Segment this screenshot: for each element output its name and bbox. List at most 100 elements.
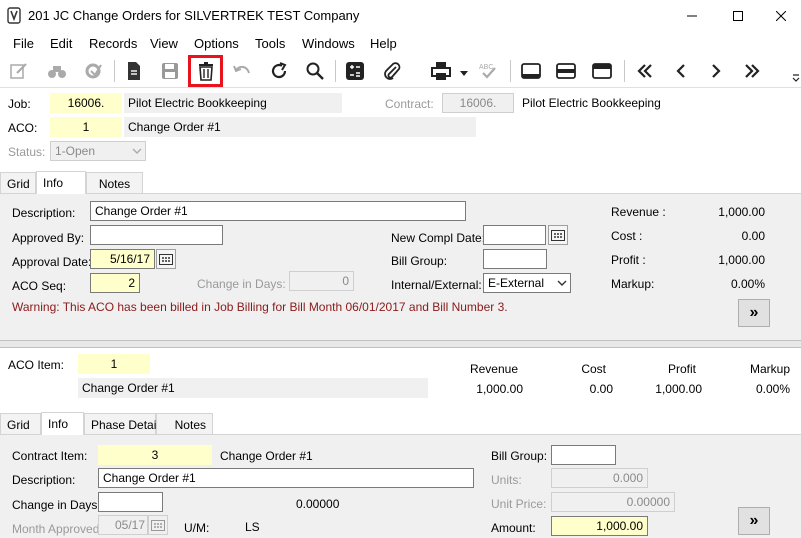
menu-windows[interactable]: Windows	[302, 36, 355, 51]
cost-label: Cost :	[611, 229, 643, 243]
change-days-label: Change in Days:	[197, 277, 286, 291]
next-record-button[interactable]	[703, 58, 729, 84]
aco-field[interactable]: 1	[50, 117, 122, 137]
undo-button[interactable]	[229, 58, 255, 84]
contract-item-field[interactable]: 3	[98, 445, 212, 465]
new-compl-date-calendar-button[interactable]	[548, 225, 568, 245]
first-record-button[interactable]	[632, 58, 658, 84]
bottom-tabstrip: Grid Info Phase Detail Notes	[0, 412, 801, 435]
double-chevron-right-icon	[745, 64, 760, 78]
spellcheck-button[interactable]: ABC	[475, 58, 501, 84]
layout-middle-icon	[556, 63, 576, 79]
job-field[interactable]: 16006.	[50, 93, 122, 113]
print-button[interactable]	[428, 58, 454, 84]
layout-middle-button[interactable]	[553, 58, 579, 84]
bill-group-field[interactable]	[483, 249, 547, 269]
calendar-icon	[159, 254, 173, 265]
calculator-icon	[346, 62, 364, 80]
new-compl-date-field[interactable]	[483, 225, 546, 245]
prev-record-button[interactable]	[668, 58, 694, 84]
month-approved-label: Month Approved:	[12, 522, 103, 536]
aco-description[interactable]: Change Order #1	[124, 117, 476, 137]
menu-help[interactable]: Help	[370, 36, 397, 51]
print-dropdown-icon[interactable]	[460, 66, 468, 80]
aco-item-field[interactable]: 1	[78, 354, 150, 374]
undo-icon	[233, 65, 250, 74]
aco-seq-label: ACO Seq:	[12, 279, 67, 293]
aco-item-description: Change Order #1	[78, 378, 428, 398]
close-button[interactable]	[761, 0, 801, 32]
find-button[interactable]	[44, 58, 70, 84]
item-revenue-value: 1,000.00	[476, 382, 523, 396]
status-select: 1-Open	[50, 141, 146, 161]
panel-splitter[interactable]	[0, 340, 801, 348]
window-title: 201 JC Change Orders for SILVERTREK TEST…	[28, 8, 360, 23]
chevron-right-icon	[712, 64, 721, 78]
tab-item-info[interactable]: Info	[41, 412, 84, 435]
item-more-button[interactable]: »	[738, 507, 770, 535]
layout-bottom-button[interactable]	[518, 58, 544, 84]
layout-top-button[interactable]	[589, 58, 615, 84]
toolbar-overflow-icon[interactable]	[792, 72, 800, 87]
chevron-down-icon	[557, 280, 567, 286]
revenue-label: Revenue :	[611, 205, 666, 219]
approval-date-field[interactable]: 5/16/17	[90, 249, 155, 269]
save-button[interactable]	[157, 58, 183, 84]
title-bar: 201 JC Change Orders for SILVERTREK TEST…	[0, 0, 801, 32]
amount-field[interactable]: 1,000.00	[551, 516, 648, 536]
edit-button[interactable]	[6, 58, 32, 84]
tab-item-notes[interactable]: Notes	[156, 413, 213, 435]
tab-item-phase-detail[interactable]: Phase Detail	[84, 413, 159, 435]
tab-item-grid[interactable]: Grid	[0, 413, 41, 435]
unit-price-field: 0.00000	[551, 492, 675, 512]
menu-edit[interactable]: Edit	[50, 36, 72, 51]
item-col-profit: Profit	[667, 362, 696, 376]
item-change-days-field[interactable]	[98, 492, 163, 512]
item-description-field[interactable]: Change Order #1	[98, 468, 474, 488]
search-button[interactable]	[302, 58, 328, 84]
tab-notes[interactable]: Notes	[86, 172, 143, 194]
menu-view[interactable]: View	[150, 36, 178, 51]
tab-info[interactable]: Info	[36, 171, 86, 194]
menu-options[interactable]: Options	[194, 36, 239, 51]
top-tabstrip: Grid Info Notes	[0, 171, 801, 194]
delete-button[interactable]	[188, 55, 223, 87]
aco-item-label: ACO Item:	[8, 358, 65, 372]
aco-seq-field[interactable]: 2	[90, 273, 140, 293]
layout-top-icon	[592, 63, 612, 79]
job-description: Pilot Electric Bookkeeping	[124, 93, 342, 113]
month-approved-calendar-button	[148, 515, 168, 535]
menu-tools[interactable]: Tools	[255, 36, 285, 51]
markup-value: 0.00%	[730, 277, 765, 291]
item-col-revenue: Revenue	[469, 362, 518, 376]
toolbar: ABC	[0, 54, 801, 88]
maximize-button[interactable]	[715, 0, 761, 32]
attach-button[interactable]	[379, 58, 405, 84]
new-compl-date-label: New Compl Date:	[391, 231, 486, 245]
info-more-button[interactable]: »	[738, 299, 770, 327]
description-field[interactable]: Change Order #1	[90, 201, 466, 221]
approved-by-label: Approved By:	[12, 231, 85, 245]
units-field: 0.000	[551, 468, 648, 488]
bill-group-label: Bill Group:	[391, 254, 448, 268]
units-label: Units:	[491, 473, 522, 487]
last-record-button[interactable]	[739, 58, 765, 84]
new-record-button[interactable]	[121, 58, 147, 84]
aco-label: ACO:	[8, 121, 38, 135]
item-profit-value: 1,000.00	[655, 382, 702, 396]
calculator-button[interactable]	[342, 58, 368, 84]
approved-by-field[interactable]	[90, 225, 223, 245]
item-change-days-extra: 0.00000	[296, 497, 340, 511]
refresh-button[interactable]	[266, 58, 292, 84]
internal-external-select[interactable]: E-External	[483, 273, 571, 293]
tab-grid[interactable]: Grid	[0, 172, 36, 194]
item-markup-value: 0.00%	[755, 382, 790, 396]
menu-records[interactable]: Records	[89, 36, 137, 51]
chevron-down-icon	[132, 148, 142, 154]
settings-button[interactable]	[80, 58, 106, 84]
minimize-button[interactable]	[669, 0, 715, 32]
menu-file[interactable]: File	[13, 36, 34, 51]
item-bill-group-field[interactable]	[551, 445, 616, 465]
approval-date-calendar-button[interactable]	[156, 249, 176, 269]
status-label: Status:	[8, 145, 46, 159]
